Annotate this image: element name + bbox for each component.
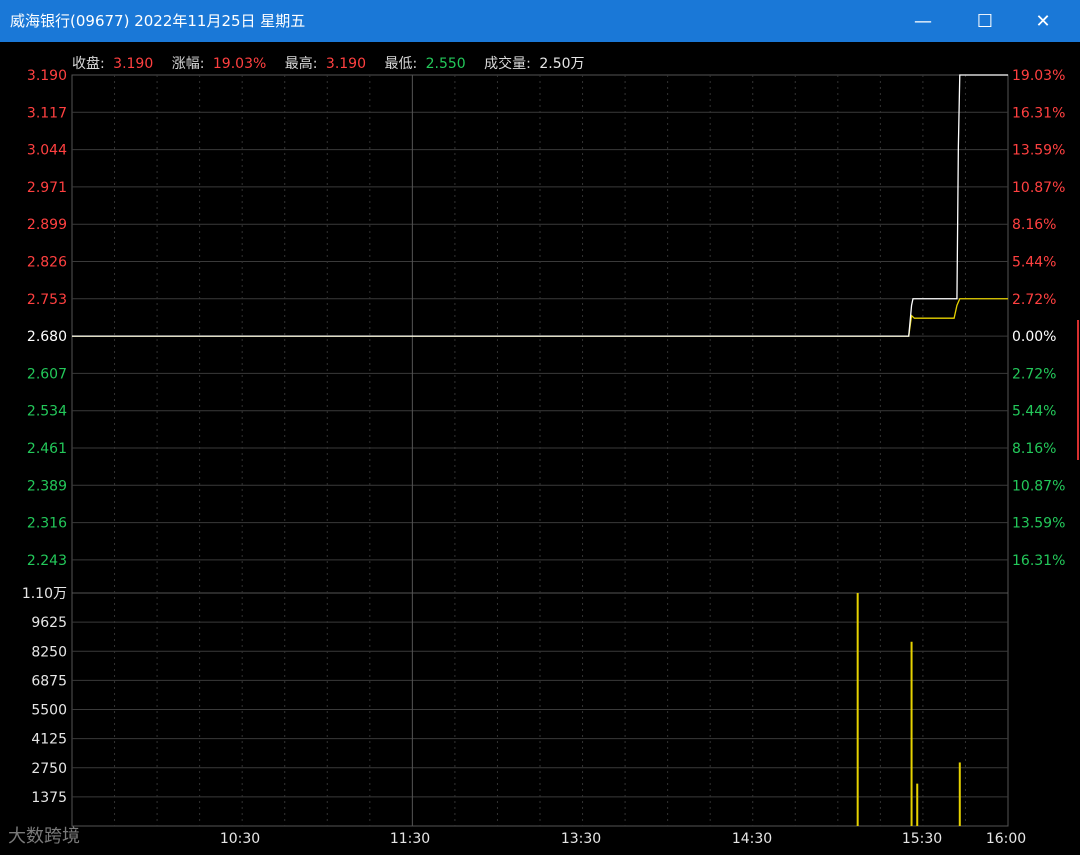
percent-tick-label: 8.16% xyxy=(1012,217,1056,233)
price-tick-label: 2.971 xyxy=(27,180,67,196)
percent-tick-label: 5.44% xyxy=(1012,404,1056,420)
price-tick-label: 2.899 xyxy=(27,217,67,233)
price-tick-label: 2.243 xyxy=(27,553,67,569)
time-tick-label: 16:00 xyxy=(986,831,1026,847)
volume-tick-label: 1.10万 xyxy=(22,586,67,602)
volume-tick-label: 9625 xyxy=(31,615,67,631)
price-tick-label: 2.389 xyxy=(27,478,67,494)
percent-tick-label: 16.31% xyxy=(1012,105,1065,121)
price-tick-label: 3.190 xyxy=(27,68,67,84)
percent-tick-label: 8.16% xyxy=(1012,441,1056,457)
edge-indicator xyxy=(1077,320,1079,460)
percent-tick-label: 19.03% xyxy=(1012,68,1065,84)
volume-tick-label: 1375 xyxy=(31,790,67,806)
price-tick-label: 3.044 xyxy=(27,143,67,159)
volume-tick-label: 8250 xyxy=(31,644,67,660)
volume-tick-label: 4125 xyxy=(31,732,67,748)
price-tick-label: 2.534 xyxy=(27,404,67,420)
price-tick-label: 2.826 xyxy=(27,255,67,271)
percent-tick-label: 5.44% xyxy=(1012,255,1056,271)
percent-tick-label: 13.59% xyxy=(1012,516,1065,532)
price-tick-label: 2.607 xyxy=(27,366,67,382)
price-tick-label: 2.680 xyxy=(27,329,67,345)
percent-tick-label: 13.59% xyxy=(1012,143,1065,159)
volume-tick-label: 6875 xyxy=(31,673,67,689)
time-tick-label: 15:30 xyxy=(902,831,942,847)
time-tick-label: 13:30 xyxy=(561,831,601,847)
price-line xyxy=(72,74,1008,337)
plot-border xyxy=(71,74,1009,827)
volume-tick-label: 2750 xyxy=(31,761,67,777)
price-tick-label: 2.316 xyxy=(27,516,67,532)
percent-tick-label: 10.87% xyxy=(1012,180,1065,196)
price-tick-label: 2.753 xyxy=(27,292,67,308)
time-tick-label: 11:30 xyxy=(390,831,430,847)
time-tick-label: 14:30 xyxy=(732,831,772,847)
watermark-text: 大数跨境 xyxy=(8,826,80,847)
time-tick-label: 10:30 xyxy=(220,831,260,847)
volume-tick-label: 5500 xyxy=(31,703,67,719)
percent-tick-label: 16.31% xyxy=(1012,553,1065,569)
percent-tick-label: 2.72% xyxy=(1012,292,1056,308)
intraday-chart: 3.190 3.117 3.044 2.971 2.899 2.826 2.753 2.680… xyxy=(22,68,1066,847)
percent-tick-label: 2.72% xyxy=(1012,366,1056,382)
percent-tick-label: 0.00% xyxy=(1012,329,1056,345)
price-tick-label: 3.117 xyxy=(27,105,67,121)
price-tick-label: 2.461 xyxy=(27,441,67,457)
percent-tick-label: 10.87% xyxy=(1012,478,1065,494)
